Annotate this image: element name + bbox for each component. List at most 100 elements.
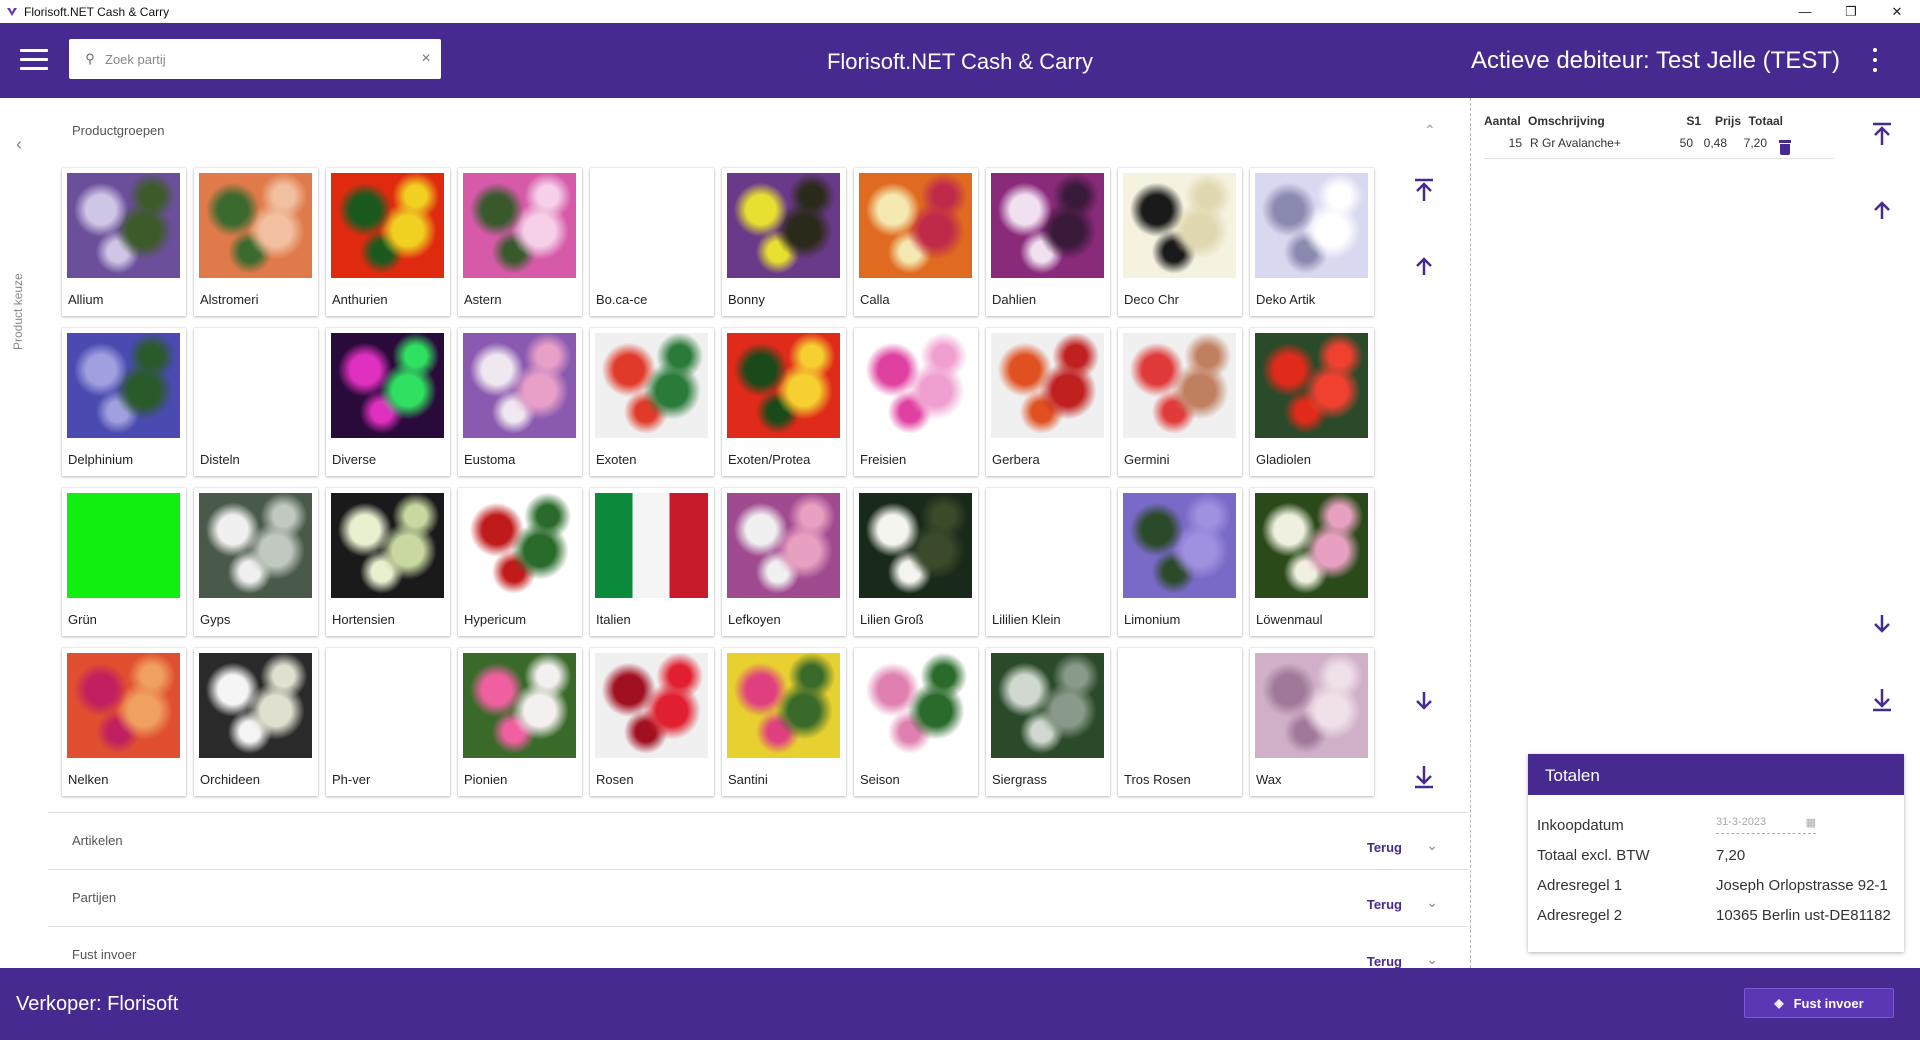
product-group-tile[interactable]: Pionien [458,648,582,796]
product-group-tile[interactable]: Bonny [722,168,846,316]
hortensien-image [331,493,444,598]
product-group-tile[interactable]: Eustoma [458,328,582,476]
chevron-down-icon[interactable]: ⌄ [1426,837,1438,854]
trash-icon[interactable] [1779,139,1791,155]
product-group-tile[interactable]: Gladiolen [1250,328,1374,476]
calendar-icon[interactable]: ▦ [1806,816,1816,829]
totalen-title: Totalen [1528,754,1904,795]
product-group-label: Allium [68,292,104,307]
arrow-up-icon[interactable] [1414,256,1434,280]
product-group-tile[interactable]: Gerbera [986,328,1110,476]
product-group-tile[interactable]: Deko Artik [1250,168,1374,316]
product-group-tile[interactable]: Lefkoyen [722,488,846,636]
lilien-image [859,493,972,598]
product-group-tile[interactable]: Grün [62,488,186,636]
product-group-tile[interactable]: Lililien Klein [986,488,1110,636]
product-group-tile[interactable]: Exoten [590,328,714,476]
product-group-tile[interactable]: Hypericum [458,488,582,636]
product-group-tile[interactable]: Alstromeri [194,168,318,316]
empty-image [991,493,1104,598]
fust-invoer-button[interactable]: ◈ Fust invoer [1744,988,1894,1018]
product-group-tile[interactable]: Rosen [590,648,714,796]
arrow-down-icon[interactable] [1414,691,1434,715]
more-options-icon[interactable] [1870,48,1880,72]
alstromeri-image [199,173,312,278]
product-group-tile[interactable]: Delphinium [62,328,186,476]
product-group-tile[interactable]: Orchideen [194,648,318,796]
product-group-tile[interactable]: Exoten/Protea [722,328,846,476]
product-group-tile[interactable]: Disteln [194,328,318,476]
app-header: ⚲ × Florisoft.NET Cash & Carry Actieve d… [0,23,1920,98]
product-group-tile[interactable]: Allium [62,168,186,316]
arrow-to-top-icon[interactable] [1413,178,1435,206]
accordion-fust-invoer[interactable]: Fust invoer Terug ⌄ [48,926,1468,969]
product-group-label: Deko Artik [1256,292,1316,307]
productgroepen-title: Productgroepen [72,123,165,138]
product-group-label: Löwenmaul [1256,612,1323,627]
product-group-tile[interactable]: Wax [1250,648,1374,796]
accordion-partijen[interactable]: Partijen Terug ⌄ [48,869,1468,926]
product-group-tile[interactable]: Siergrass [986,648,1110,796]
table-row[interactable]: 15 R Gr Avalanche+ 50 0,48 7,20 [1484,130,1834,156]
bonny-image [727,173,840,278]
product-group-tile[interactable]: Limonium [1118,488,1242,636]
product-group-tile[interactable]: Anthurien [326,168,450,316]
product-group-tile[interactable]: Hortensien [326,488,450,636]
cell-aantal: 15 [1508,136,1522,150]
close-window-button[interactable]: ✕ [1874,0,1920,23]
terug-button[interactable]: Terug [1367,897,1402,912]
product-group-tile[interactable]: Bo.ca-ce [590,168,714,316]
product-group-tile[interactable]: Astern [458,168,582,316]
product-group-tile[interactable]: Löwenmaul [1250,488,1374,636]
product-group-tile[interactable]: Ph-ver [326,648,450,796]
product-group-tile[interactable]: Diverse [326,328,450,476]
accordion-artikelen[interactable]: Artikelen Terug ⌄ [48,812,1468,869]
chevron-down-icon[interactable]: ⌄ [1426,894,1438,911]
restore-button[interactable]: ❐ [1828,0,1874,23]
accordion-title: Partijen [72,890,117,905]
clear-search-icon[interactable]: × [411,50,441,68]
empty-image [199,333,312,438]
product-group-label: Italien [596,612,631,627]
arrow-to-bottom-icon[interactable] [1413,765,1435,793]
product-keuze-label[interactable]: Product keuze [11,273,25,350]
santini-image [727,653,840,758]
product-group-tile[interactable]: Deco Chr [1118,168,1242,316]
product-group-tile[interactable]: Italien [590,488,714,636]
astern-image [463,173,576,278]
product-group-tile[interactable]: Germini [1118,328,1242,476]
product-group-label: Ph-ver [332,772,371,787]
chevron-left-icon[interactable]: ‹ [16,134,22,155]
product-group-label: Astern [464,292,502,307]
terug-button[interactable]: Terug [1367,954,1402,969]
terug-button[interactable]: Terug [1367,840,1402,855]
product-group-tile[interactable]: Gyps [194,488,318,636]
product-group-tile[interactable]: Seison [854,648,978,796]
app-footer: Verkoper: Florisoft ◈ Fust invoer [0,968,1920,1040]
wax-image [1255,653,1368,758]
inkoopdatum-field[interactable]: 31-3-2023 ▦ [1716,816,1816,834]
delphinium-image [67,333,180,438]
product-group-label: Nelken [68,772,109,787]
product-group-tile[interactable]: Lilien Groß [854,488,978,636]
arrow-down-icon[interactable] [1872,614,1892,638]
arrow-up-icon[interactable] [1872,200,1892,224]
product-group-tile[interactable]: Santini [722,648,846,796]
arrow-to-bottom-icon[interactable] [1871,688,1893,716]
minimize-button[interactable]: — [1782,0,1828,23]
product-group-tile[interactable]: Tros Rosen [1118,648,1242,796]
arrow-to-top-icon[interactable] [1871,122,1893,150]
product-group-label: Exoten/Protea [728,452,811,467]
product-group-tile[interactable]: Freisien [854,328,978,476]
loewenmaul-image [1255,493,1368,598]
hamburger-menu-icon[interactable] [20,49,48,71]
product-group-tile[interactable]: Calla [854,168,978,316]
chevron-up-icon[interactable]: ⌃ [1424,122,1436,139]
product-group-label: Pionien [464,772,508,787]
col-aantal: Aantal [1484,113,1521,128]
product-group-tile[interactable]: Nelken [62,648,186,796]
search-input[interactable] [105,39,411,79]
chevron-down-icon[interactable]: ⌄ [1426,951,1438,968]
panel-divider[interactable] [1470,98,1471,968]
product-group-tile[interactable]: Dahlien [986,168,1110,316]
